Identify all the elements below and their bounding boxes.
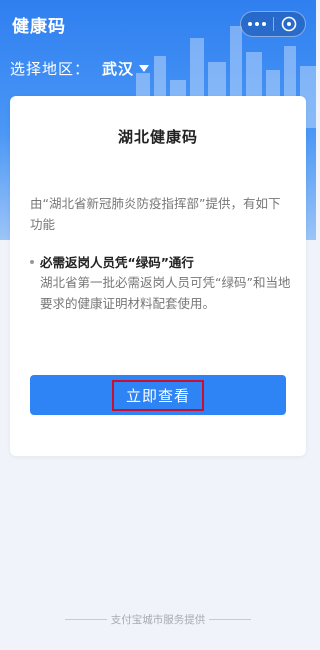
more-dots-icon[interactable] xyxy=(241,12,273,36)
feature-title-text: 必需返岗人员凭“绿码”通行 xyxy=(40,255,194,270)
caret-down-icon[interactable] xyxy=(139,64,150,72)
health-code-card: 湖北健康码 由“湖北省新冠肺炎防疫指挥部”提供，有如下功能 必需返岗人员凭“绿码… xyxy=(10,96,306,456)
feature-description: 湖北省第一批必需返岗人员可凭“绿码”和当地要求的健康证明材料配套使用。 xyxy=(40,275,291,311)
footer-divider-left xyxy=(64,619,107,620)
view-now-button[interactable]: 立即查看 xyxy=(30,375,286,415)
footer-text: 支付宝城市服务提供 xyxy=(110,614,206,626)
mini-program-capsule xyxy=(240,11,306,37)
app-title: 健康码 xyxy=(12,16,66,37)
card-title: 湖北健康码 xyxy=(117,128,198,146)
bullet-dot-icon xyxy=(30,259,34,264)
view-now-button-label: 立即查看 xyxy=(111,379,204,411)
footer-divider-right xyxy=(209,619,252,620)
card-intro-text: 由“湖北省新冠肺炎防疫指挥部”提供，有如下功能 xyxy=(30,196,281,232)
footer: 支付宝城市服务提供 xyxy=(0,612,316,627)
region-city[interactable]: 武汉 xyxy=(102,58,134,79)
circle-close-icon[interactable] xyxy=(274,12,305,36)
region-selector[interactable]: 选择地区： 武汉 xyxy=(10,54,150,82)
region-label: 选择地区： xyxy=(10,59,91,78)
feature-title: 必需返岗人员凭“绿码”通行 xyxy=(30,252,292,271)
